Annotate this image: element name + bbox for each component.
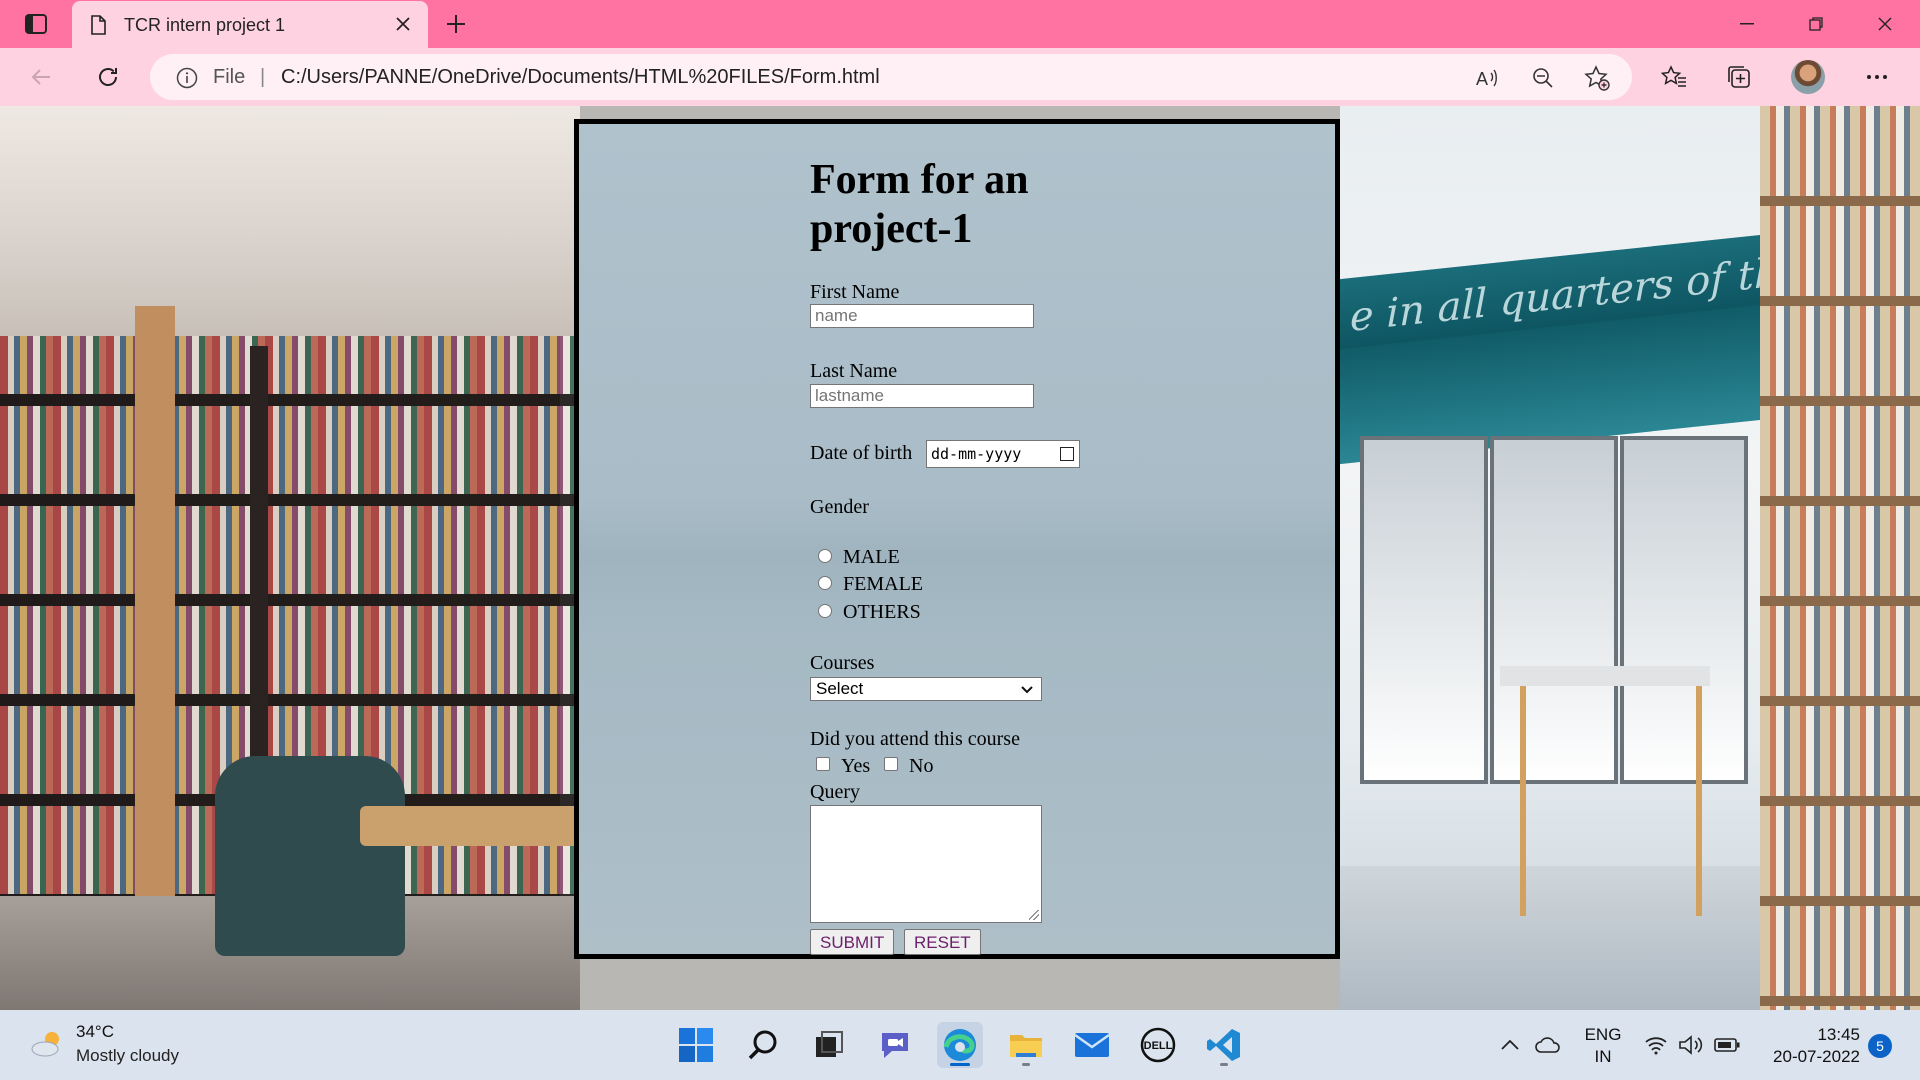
browser-toolbar: File | C:/Users/PANNE/OneDrive/Documents… [0,48,1920,106]
dob-input[interactable]: dd-mm-yyyy [926,440,1080,468]
volume-icon[interactable] [1678,1032,1704,1058]
first-name-label: First Name [810,281,900,303]
address-scheme: File [213,66,246,88]
vscode-icon[interactable] [1201,1022,1247,1068]
background-table [360,806,580,846]
reset-button[interactable]: RESET [904,929,981,955]
profile-avatar[interactable] [1791,60,1825,94]
file-explorer-icon[interactable] [1003,1022,1049,1068]
back-button[interactable] [24,60,58,94]
last-name-label: Last Name [810,360,898,382]
gender-radio-male[interactable] [818,549,832,563]
form-container: Form for an project-1 First Name name La… [574,119,1340,959]
search-icon[interactable] [740,1022,786,1068]
background-table-legs [1520,686,1702,916]
language-indicator[interactable]: ENG IN [1578,1024,1628,1068]
close-window-button[interactable] [1862,8,1908,40]
onedrive-icon[interactable] [1535,1032,1561,1058]
wifi-icon[interactable] [1643,1032,1669,1058]
address-bar[interactable]: File | C:/Users/PANNE/OneDrive/Documents… [150,54,1632,100]
background-bookshelves-right [1760,106,1920,1010]
weather-cloud-icon[interactable] [30,1028,66,1058]
resize-grip-icon[interactable] [1029,910,1039,920]
svg-text:A: A [1476,69,1488,89]
attend-no-checkbox[interactable] [884,757,898,771]
running-indicator [1220,1063,1228,1066]
background-ceiling [0,106,580,336]
address-separator: | [260,66,266,88]
courses-label: Courses [810,652,875,674]
courses-selected-value: Select [816,679,864,698]
last-name-input[interactable]: lastname [810,384,1034,408]
running-indicator [1022,1063,1030,1066]
language-secondary: IN [1594,1047,1612,1066]
form-title: Form for an project-1 [810,157,1029,252]
new-tab-button[interactable] [440,8,472,40]
zoom-out-icon[interactable] [1530,65,1556,91]
notification-badge[interactable]: 5 [1868,1034,1892,1058]
mail-icon[interactable] [1069,1022,1115,1068]
add-favorite-icon[interactable] [1584,65,1610,91]
chevron-up-icon[interactable] [1497,1032,1523,1058]
calendar-icon[interactable] [1060,447,1074,461]
system-clock[interactable]: 13:45 20-07-2022 [1756,1024,1860,1068]
query-label: Query [810,781,860,803]
attend-option-label: No [909,755,934,777]
taskbar: 34°C Mostly cloudy DELL ENG IN 13:45 20-… [0,1010,1920,1080]
active-indicator [950,1063,970,1066]
task-view-icon[interactable] [806,1022,852,1068]
minimize-button[interactable] [1724,8,1770,40]
restore-button[interactable] [1793,8,1839,40]
favorites-icon[interactable] [1657,60,1691,94]
refresh-button[interactable] [91,60,125,94]
document-icon [90,15,106,35]
read-aloud-icon[interactable]: A [1474,65,1500,91]
collections-icon[interactable] [1722,60,1756,94]
clock-date: 20-07-2022 [1773,1047,1860,1066]
address-url[interactable]: C:/Users/PANNE/OneDrive/Documents/HTML%2… [281,66,880,89]
courses-select[interactable]: Select [810,677,1042,701]
tab-title: TCR intern project 1 [124,15,286,35]
tab-actions-icon[interactable] [20,10,52,38]
browser-tab[interactable]: TCR intern project 1 [72,1,428,48]
background-window [1360,436,1488,784]
more-menu-icon[interactable] [1860,60,1894,94]
query-textarea[interactable] [810,805,1042,923]
submit-button[interactable]: SUBMIT [810,929,895,955]
gender-option-label: FEMALE [843,573,923,595]
tab-strip: TCR intern project 1 [0,0,1920,48]
gender-label: Gender [810,496,869,518]
gender-radio-female[interactable] [818,576,832,590]
attend-yes-checkbox[interactable] [816,757,830,771]
svg-text:DELL: DELL [1144,1040,1173,1052]
gender-option-label: MALE [843,546,900,568]
gender-option-label: OTHERS [843,601,921,623]
dob-label: Date of birth [810,442,913,464]
close-tab-icon[interactable] [392,13,414,35]
background-table [1500,666,1710,686]
dob-placeholder: dd-mm-yyyy [931,445,1022,463]
clock-time: 13:45 [1817,1025,1860,1044]
gender-radio-others[interactable] [818,604,832,618]
attend-label: Did you attend this course [810,728,1020,750]
language-primary: ENG [1584,1025,1622,1044]
chat-icon[interactable] [872,1022,918,1068]
weather-temperature[interactable]: 34°C [76,1022,114,1042]
dell-icon[interactable]: DELL [1135,1022,1181,1068]
weather-description[interactable]: Mostly cloudy [76,1046,179,1066]
attend-option-label: Yes [841,755,871,777]
start-icon[interactable] [673,1022,719,1068]
info-icon[interactable] [176,67,198,89]
chevron-down-icon [1021,681,1033,697]
background-chair [215,756,405,956]
first-name-input[interactable]: name [810,304,1034,328]
battery-icon[interactable] [1714,1032,1740,1058]
edge-icon[interactable] [937,1022,983,1068]
